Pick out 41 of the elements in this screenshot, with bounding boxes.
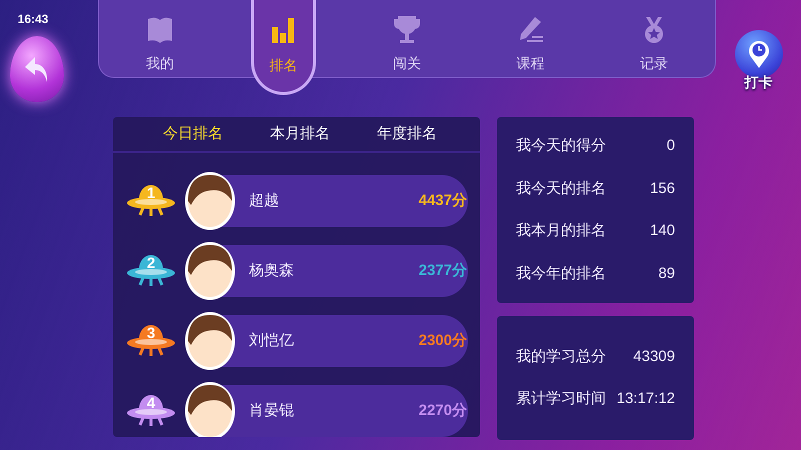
stat-value: 13:17:12 <box>616 389 675 409</box>
player-score: 2377分 <box>418 260 467 281</box>
avatar-drawing <box>183 171 237 231</box>
nav-tab[interactable]: 课程 <box>498 0 564 78</box>
clock-time: 16:43 <box>16 11 50 28</box>
avatar-drawing <box>183 381 237 437</box>
rank-number: 4 <box>146 394 156 414</box>
avatar-drawing <box>183 311 237 371</box>
ranking-tab[interactable]: 今日排名 <box>145 122 252 146</box>
player-name: 杨奥森 <box>249 260 295 281</box>
nav-tab[interactable]: 我的 <box>127 0 193 78</box>
nav-tab[interactable]: 闯关 <box>374 0 440 78</box>
book-icon <box>146 15 174 45</box>
stat-label: 我今年的排名 <box>516 264 606 284</box>
stat-value: 0 <box>666 136 675 156</box>
location-clock-icon <box>746 39 770 69</box>
stat-value: 140 <box>650 221 675 241</box>
rank-number: 3 <box>146 324 156 344</box>
avatar-drawing <box>183 241 237 301</box>
player-score: 4437分 <box>418 190 467 211</box>
stat-label: 累计学习时间 <box>516 389 606 409</box>
player-score: 2270分 <box>418 400 467 421</box>
stat-label: 我本月的排名 <box>516 221 606 241</box>
player-score: 2300分 <box>418 330 467 351</box>
ranking-tab[interactable]: 本月排名 <box>252 122 359 146</box>
stat-value: 89 <box>658 264 675 284</box>
player-name: 刘恺亿 <box>249 330 295 351</box>
stat-label: 我今天的排名 <box>516 178 606 198</box>
stat-label: 我的学习总分 <box>516 346 606 366</box>
trophy-icon <box>393 15 422 45</box>
player-name: 肖晏锟 <box>249 400 295 421</box>
player-name: 超越 <box>249 190 280 211</box>
back-button[interactable] <box>10 36 64 102</box>
stat-value: 43309 <box>633 346 675 366</box>
nav-tab[interactable]: 记录 <box>621 0 687 78</box>
nav-tab[interactable]: 排名 <box>250 0 316 95</box>
ranking-tab[interactable]: 年度排名 <box>359 122 466 146</box>
stat-label: 我今天的得分 <box>516 136 606 156</box>
stat-value: 156 <box>650 178 675 198</box>
rank-number: 2 <box>146 254 156 274</box>
rank-number: 1 <box>146 184 156 204</box>
